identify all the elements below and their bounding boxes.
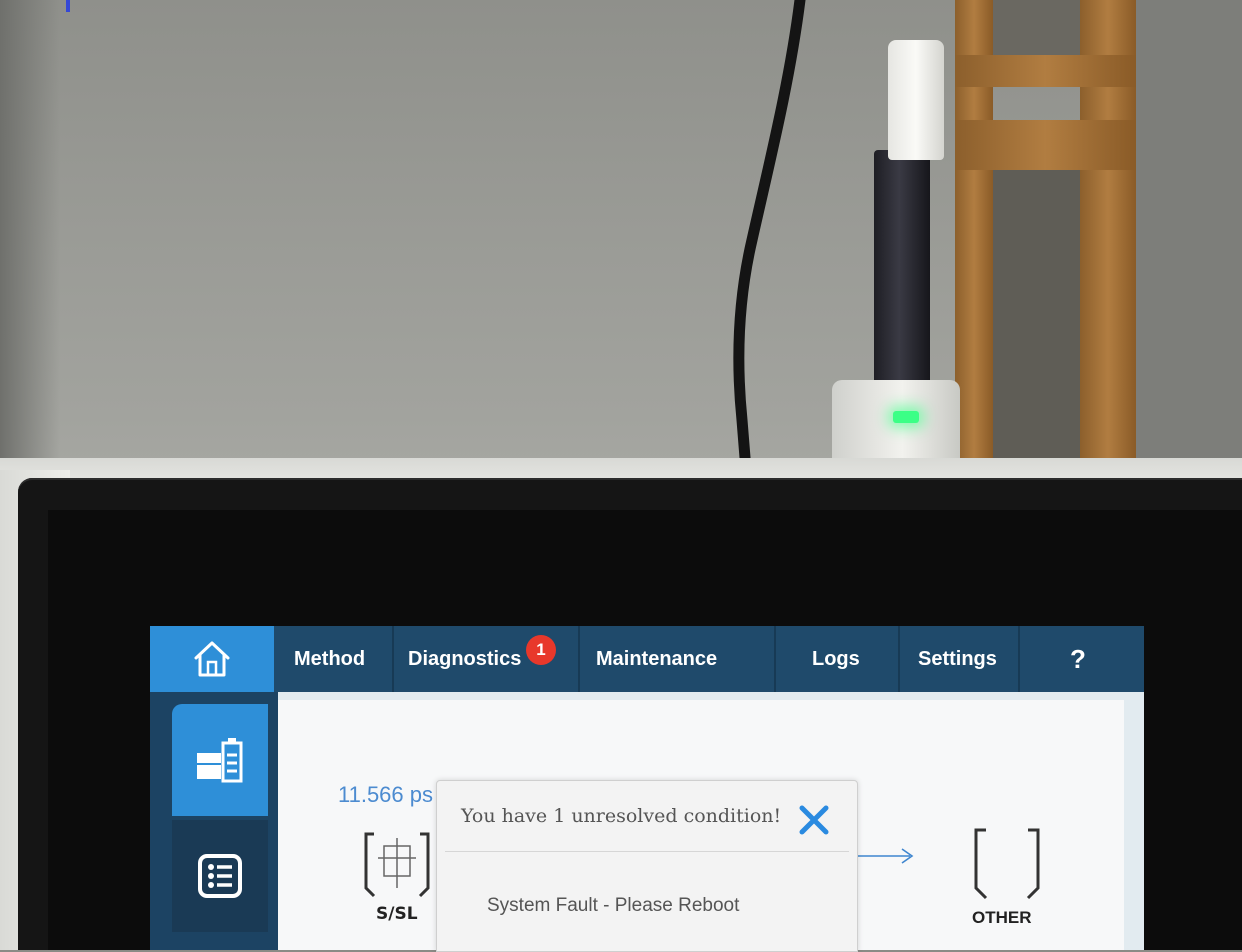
tab-maintenance-label: Maintenance <box>596 647 718 670</box>
dialog-divider <box>445 851 849 852</box>
tab-logs[interactable]: Logs <box>774 626 898 692</box>
unresolved-condition-dialog: You have 1 unresolved condition! System … <box>436 780 858 952</box>
detector-label: OTHER <box>972 908 1032 927</box>
close-icon[interactable] <box>797 803 831 837</box>
gas-bottle <box>874 150 930 400</box>
tab-maintenance[interactable]: Maintenance <box>578 626 774 692</box>
badge-count: 1 <box>536 640 546 659</box>
help-button[interactable]: ? <box>1018 626 1144 692</box>
detector-icon[interactable] <box>972 826 1042 904</box>
tab-settings-label: Settings <box>918 647 997 670</box>
tab-method-label: Method <box>294 647 366 670</box>
dialog-title: You have 1 unresolved condition! <box>461 805 782 827</box>
inlet-label: S/SL <box>376 904 418 924</box>
wall-right <box>1136 0 1242 480</box>
list-icon <box>198 854 242 898</box>
shelf-rail-middle <box>955 120 1136 170</box>
top-nav-bar: Method Diagnostics 1 Maintenance Logs Se… <box>150 626 1144 692</box>
sidebar-item-instrument-status[interactable] <box>172 704 268 816</box>
status-led <box>893 411 919 423</box>
flow-arrow <box>850 848 914 864</box>
gas-bottle-cap <box>888 40 944 160</box>
sidebar-item-list[interactable] <box>172 820 268 932</box>
tab-method[interactable]: Method <box>274 626 392 692</box>
instrument-status-icon <box>197 738 243 783</box>
diagnostics-alert-badge: 1 <box>526 635 556 665</box>
help-label: ? <box>1070 643 1086 674</box>
sidebar <box>150 692 278 950</box>
inlet-pressure-readout: 11.566 ps <box>338 782 434 807</box>
home-icon <box>194 641 230 677</box>
home-tab[interactable] <box>150 626 274 692</box>
tab-diagnostics[interactable]: Diagnostics 1 <box>392 626 578 692</box>
tab-settings[interactable]: Settings <box>898 626 1018 692</box>
tab-logs-label: Logs <box>812 647 860 670</box>
condition-message[interactable]: System Fault - Please Reboot <box>487 895 739 917</box>
shelf-gap-upper <box>993 0 1080 55</box>
tab-diagnostics-label: Diagnostics <box>408 647 522 670</box>
shelf-gap <box>993 170 1080 470</box>
shelf-rail-top <box>955 55 1136 87</box>
